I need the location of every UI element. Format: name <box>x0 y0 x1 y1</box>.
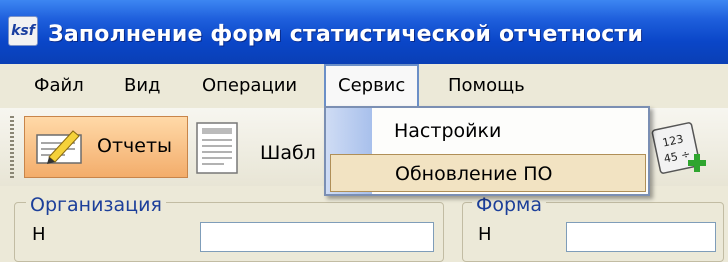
organization-field[interactable] <box>200 222 434 252</box>
title-bar: ksf Заполнение форм статистической отчет… <box>0 0 728 64</box>
document-template-icon <box>196 122 238 174</box>
menu-item-settings-label: Настройки <box>394 120 502 142</box>
menu-help[interactable]: Помощь <box>436 64 537 108</box>
form-group-label: Форма <box>472 194 547 216</box>
calculator-add-icon: 123 45 ÷ <box>651 122 706 174</box>
menu-item-update-label: Обновление ПО <box>395 163 553 185</box>
reports-button-label: Отчеты <box>97 135 173 157</box>
organization-field-label: Н <box>32 224 46 245</box>
menu-item-settings[interactable]: Настройки <box>330 112 646 150</box>
organization-group-label: Организация <box>26 194 166 216</box>
menu-bar: Файл Вид Операции Сервис Помощь <box>0 64 728 109</box>
menu-item-update-software[interactable]: Обновление ПО <box>330 154 646 192</box>
templates-button[interactable]: Шабл <box>194 116 324 178</box>
templates-button-label: Шабл <box>260 142 316 164</box>
app-icon[interactable]: ksf <box>8 16 38 46</box>
menu-view[interactable]: Вид <box>112 64 173 108</box>
calculator-add-button[interactable]: 123 45 ÷ <box>650 122 712 182</box>
form-field[interactable] <box>566 222 716 252</box>
menu-service[interactable]: Сервис <box>324 64 420 108</box>
toolbar-grip[interactable] <box>10 116 14 178</box>
form-pencil-icon <box>36 130 82 164</box>
menu-operations[interactable]: Операции <box>190 64 309 108</box>
window-title: Заполнение форм статистической отчетност… <box>48 22 644 47</box>
reports-button[interactable]: Отчеты <box>24 116 188 178</box>
service-dropdown-menu: Настройки Обновление ПО <box>324 106 650 196</box>
menu-file[interactable]: Файл <box>22 64 96 108</box>
form-field-label: Н <box>478 224 492 245</box>
